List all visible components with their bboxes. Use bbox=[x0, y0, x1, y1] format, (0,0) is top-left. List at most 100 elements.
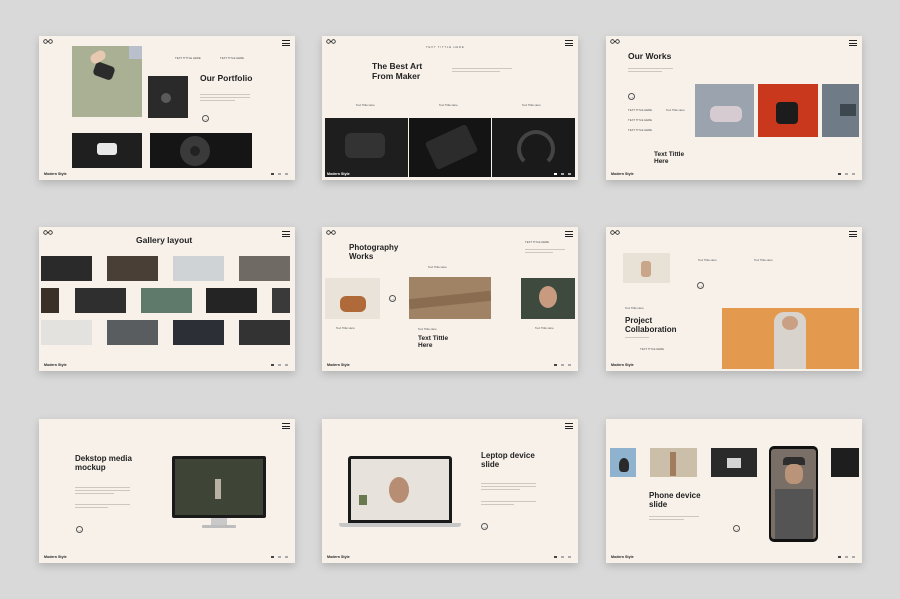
menu-icon[interactable] bbox=[282, 231, 290, 237]
slide-title: Leptop device slide bbox=[481, 451, 535, 470]
camera-red-photo bbox=[758, 84, 818, 137]
controller-photo bbox=[695, 84, 754, 137]
brand-footer: Modern Style bbox=[44, 172, 67, 176]
next-arrow-button[interactable]: → bbox=[202, 115, 209, 122]
glasses-logo-icon bbox=[610, 230, 620, 235]
body-text-lines bbox=[481, 501, 536, 507]
glasses-logo-icon bbox=[43, 39, 53, 44]
gallery-photo bbox=[41, 256, 92, 281]
menu-icon[interactable] bbox=[565, 231, 573, 237]
pagination[interactable] bbox=[838, 556, 855, 558]
list-item: Text Tittle Here bbox=[666, 108, 685, 112]
menu-icon[interactable] bbox=[849, 40, 857, 46]
next-arrow-button[interactable]: → bbox=[76, 526, 83, 533]
pagination[interactable] bbox=[271, 556, 288, 558]
small-title: TEXT TITLE HERE bbox=[220, 56, 244, 60]
brand-footer: Modern Style bbox=[611, 363, 634, 367]
kicker-text: TEXT TITLE HERE bbox=[525, 240, 549, 244]
brand-footer: Modern Style bbox=[327, 363, 350, 367]
monitor-base bbox=[202, 525, 236, 528]
caption: Text Tittle Here bbox=[336, 326, 355, 330]
brand-footer: Modern Style bbox=[327, 555, 350, 559]
speaker-photo bbox=[150, 133, 252, 168]
gallery-photo bbox=[239, 320, 290, 345]
round-object-photo bbox=[148, 76, 188, 118]
glasses-logo-icon bbox=[610, 39, 620, 44]
slide-project-collaboration[interactable]: Text Tittle Here Text Tittle Here → Text… bbox=[606, 227, 862, 371]
gallery-photo bbox=[41, 320, 92, 345]
slide-our-portfolio[interactable]: Our Portfolio TEXT TITTLE HERE TEXT TITL… bbox=[39, 36, 295, 180]
body-text-lines bbox=[452, 68, 512, 74]
body-text-lines bbox=[75, 487, 130, 496]
slide-photography-works[interactable]: Photography Works TEXT TITLE HERE Text T… bbox=[322, 227, 578, 371]
small-title: TEXT TITTLE HERE bbox=[175, 56, 201, 60]
pagination[interactable] bbox=[838, 173, 855, 175]
body-text-lines bbox=[75, 504, 130, 510]
pagination[interactable] bbox=[554, 364, 571, 366]
next-arrow-button[interactable]: → bbox=[481, 523, 488, 530]
slide-title: The Best Art From Maker bbox=[372, 61, 423, 81]
pagination[interactable] bbox=[271, 364, 288, 366]
slide-best-art[interactable]: TEXT TITTLE HERE The Best Art From Maker… bbox=[322, 36, 578, 180]
forest-photo bbox=[175, 459, 263, 515]
phone-mockup bbox=[769, 446, 818, 542]
gallery-photo bbox=[272, 288, 290, 313]
slide-laptop-device[interactable]: Leptop device slide → Modern Style bbox=[322, 419, 578, 563]
body-text-lines bbox=[625, 337, 665, 340]
gallery-photo bbox=[239, 256, 290, 281]
slide-title: Gallery layout bbox=[136, 235, 193, 245]
kicker-text: Text Tittle Here bbox=[625, 306, 644, 310]
slide-phone-device[interactable]: Phone device slide → Modern Style bbox=[606, 419, 862, 563]
menu-icon[interactable] bbox=[565, 40, 573, 46]
slide-desktop-mockup[interactable]: Dekstop media mockup → Modern Style bbox=[39, 419, 295, 563]
column-title: Text Tittle Here bbox=[356, 103, 375, 107]
earbuds-photo bbox=[72, 133, 142, 168]
body-text-lines bbox=[481, 483, 536, 492]
gallery-photo bbox=[173, 256, 224, 281]
pagination[interactable] bbox=[554, 556, 571, 558]
menu-icon[interactable] bbox=[565, 423, 573, 429]
gallery-photo bbox=[173, 320, 224, 345]
brand-footer: Modern Style bbox=[44, 363, 67, 367]
monitor-mockup bbox=[172, 456, 266, 518]
column-title: Text Tittle Here bbox=[522, 103, 541, 107]
slide-our-works[interactable]: Our Works → TEXT TITLE HERE TEXT TITLE H… bbox=[606, 36, 862, 180]
gallery-photo bbox=[75, 288, 126, 313]
pagination[interactable] bbox=[554, 173, 571, 175]
column-title: Text Tittle Here bbox=[439, 103, 458, 107]
next-arrow-button[interactable]: → bbox=[733, 525, 740, 532]
woman-sitting-photo bbox=[623, 253, 670, 283]
man-hat-photo bbox=[771, 449, 816, 539]
chair-photo bbox=[325, 278, 380, 319]
caption: Text Tittle Here bbox=[698, 258, 717, 262]
device-blue-photo bbox=[822, 84, 859, 137]
next-arrow-button[interactable]: → bbox=[389, 295, 396, 302]
brand-footer: Modern Style bbox=[44, 555, 67, 559]
caption: Text Tittle Here bbox=[418, 327, 437, 331]
dark-photo bbox=[831, 448, 859, 477]
menu-icon[interactable] bbox=[282, 40, 290, 46]
list-item: TEXT TITLE HERE bbox=[628, 118, 652, 122]
slide-title: Photography Works bbox=[349, 243, 399, 262]
menu-icon[interactable] bbox=[849, 231, 857, 237]
slide-title: Phone device slide bbox=[649, 491, 701, 510]
next-arrow-button[interactable]: → bbox=[628, 93, 635, 100]
caption: Text Tittle Here bbox=[535, 326, 554, 330]
kicker-text: TEXT TITTLE HERE bbox=[426, 45, 465, 49]
legs-photo bbox=[650, 448, 697, 477]
menu-icon[interactable] bbox=[282, 423, 290, 429]
laptop-base bbox=[339, 523, 461, 527]
phone-photo bbox=[409, 118, 491, 177]
slide-title: Our Portfolio bbox=[200, 73, 253, 83]
next-arrow-button[interactable]: → bbox=[697, 282, 704, 289]
man-orange-seats-photo bbox=[722, 308, 859, 369]
pagination[interactable] bbox=[271, 173, 288, 175]
caption: Text Tittle Here bbox=[428, 265, 447, 269]
camera-strap-photo bbox=[325, 118, 408, 177]
slide-title: Dekstop media mockup bbox=[75, 454, 132, 473]
slide-gallery-layout[interactable]: Gallery layout Modern Style bbox=[39, 227, 295, 371]
monitor-stand bbox=[211, 518, 227, 525]
glasses-logo-icon bbox=[326, 39, 336, 44]
woman-portrait-photo bbox=[351, 459, 449, 520]
sub-title: Text Tittle Here bbox=[654, 151, 685, 166]
